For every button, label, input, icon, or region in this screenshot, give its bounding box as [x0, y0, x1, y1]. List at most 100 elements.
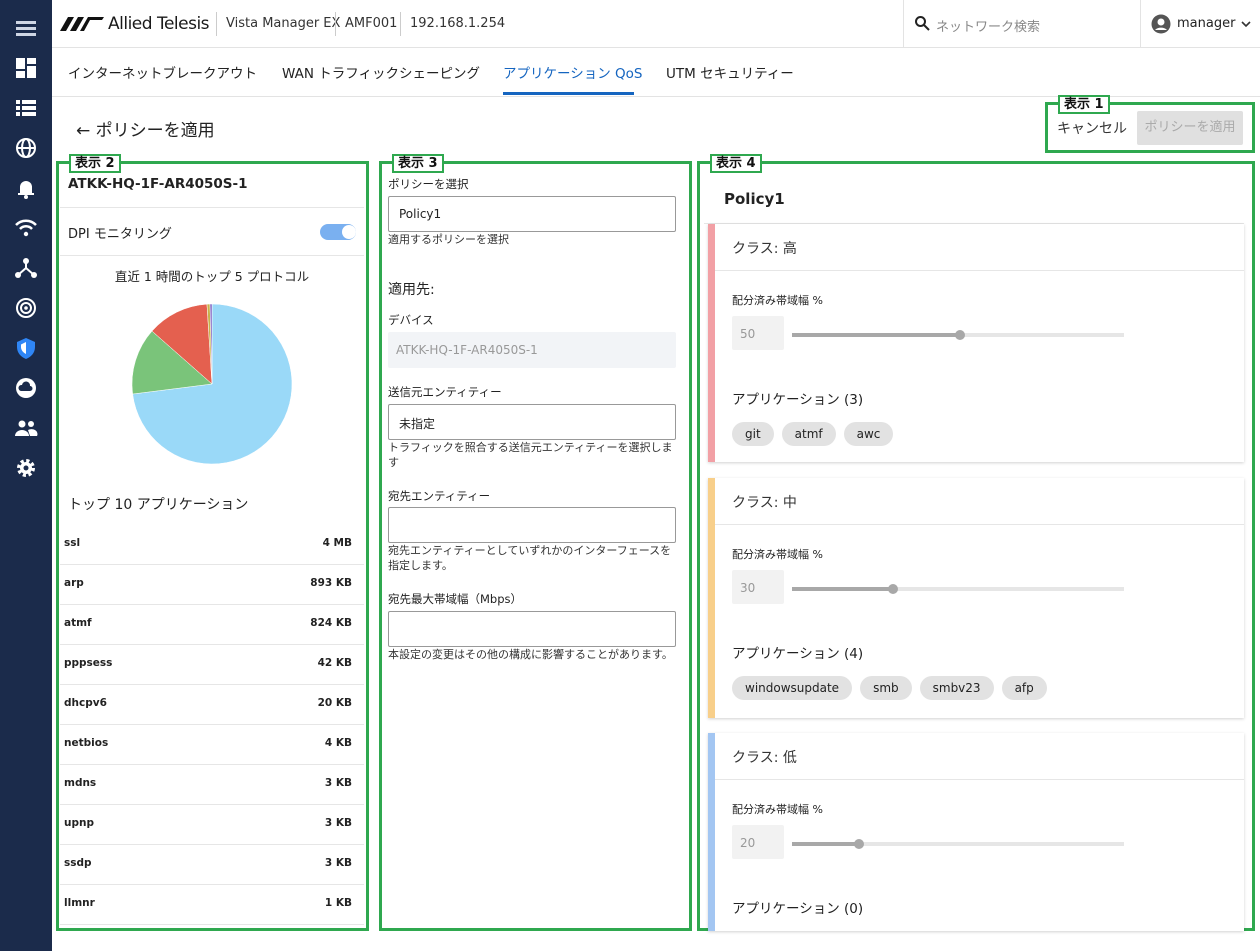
dpi-monitoring-toggle[interactable] — [320, 224, 356, 240]
list-icon[interactable] — [14, 96, 38, 120]
application-chips: git atmf awc — [732, 422, 894, 446]
tab-utm-security[interactable]: UTM セキュリティー — [666, 62, 794, 82]
cloud-icon[interactable] — [14, 376, 38, 400]
class-color-bar — [708, 224, 715, 462]
table-row: arp 893 KB — [60, 565, 364, 605]
page-title: ポリシーを適用 — [95, 121, 215, 141]
device-field-value: ATKK-HQ-1F-AR4050S-1 — [396, 343, 538, 357]
device-crumb[interactable]: AMF001 — [345, 16, 397, 31]
alarm-bell-icon[interactable] — [14, 176, 38, 200]
device-name: ATKK-HQ-1F-AR4050S-1 — [68, 176, 248, 192]
max-bandwidth-label: 宛先最大帯域幅（Mbps） — [388, 592, 523, 606]
tab-wan-traffic-shaping[interactable]: WAN トラフィックシェーピング — [282, 62, 480, 82]
users-icon[interactable] — [14, 416, 38, 440]
cancel-button[interactable]: キャンセル — [1057, 118, 1127, 138]
slider-thumb[interactable] — [887, 584, 898, 594]
allocated-bandwidth-label: 配分済み帯域幅 % — [732, 803, 823, 816]
app-name: ssdp — [64, 857, 92, 869]
bandwidth-slider[interactable] — [792, 839, 1124, 849]
annotation-label-3: 表示 3 — [392, 154, 444, 173]
account-circle-icon — [1151, 14, 1171, 34]
max-bandwidth-input[interactable] — [388, 611, 676, 647]
table-row: pppsess 42 KB — [60, 645, 364, 685]
menu-icon[interactable] — [14, 16, 38, 40]
slider-thumb[interactable] — [955, 330, 965, 340]
tab-application-qos[interactable]: アプリケーション QoS — [503, 62, 642, 82]
policy-select[interactable]: Policy1 — [388, 196, 676, 232]
app-name: upnp — [64, 817, 94, 829]
bandwidth-slider[interactable] — [792, 584, 1124, 594]
active-tab-indicator — [503, 92, 634, 95]
app-chip[interactable]: smbv23 — [919, 676, 994, 700]
back-link[interactable]: ← ポリシーを適用 — [76, 116, 215, 141]
allocated-bandwidth-value: 20 — [732, 825, 784, 859]
table-row: llmnr 1 KB — [60, 885, 364, 925]
search-icon — [915, 16, 930, 31]
tab-internet-breakout[interactable]: インターネットブレークアウト — [68, 62, 257, 82]
app-chip[interactable]: atmf — [781, 422, 836, 446]
app-size: 3 KB — [324, 817, 352, 829]
apply-to-header: 適用先: — [388, 282, 435, 298]
table-row: dhcpv6 20 KB — [60, 685, 364, 725]
dest-entity-help: 宛先エンティティーとしていずれかのインターフェースを指定します。 — [388, 544, 672, 572]
search-input[interactable]: ネットワーク検索 — [936, 16, 1040, 35]
applications-label: アプリケーション (0) — [732, 901, 864, 917]
class-card: クラス: 中配分済み帯域幅 % 30 アプリケーション (4) windowsupda… — [708, 478, 1244, 718]
table-row: mdns 3 KB — [60, 765, 364, 805]
ip-address: 192.168.1.254 — [410, 16, 506, 31]
app-chip[interactable]: awc — [843, 422, 894, 446]
table-row: upnp 3 KB — [60, 805, 364, 845]
class-title: クラス: 中 — [732, 495, 797, 511]
bandwidth-slider[interactable] — [792, 330, 1124, 340]
wifi-icon[interactable] — [14, 216, 38, 240]
apply-policy-button[interactable]: ポリシーを適用 — [1137, 111, 1243, 145]
allocated-bandwidth-label: 配分済み帯域幅 % — [732, 548, 823, 561]
network-search[interactable]: ネットワーク検索 — [903, 0, 1140, 48]
policy-select-value: Policy1 — [399, 207, 442, 221]
app-name: netbios — [64, 737, 109, 749]
app-size: 3 KB — [324, 857, 352, 869]
settings-gear-icon[interactable] — [14, 456, 38, 480]
user-menu[interactable]: manager — [1140, 0, 1260, 48]
device-label: デバイス — [388, 313, 434, 327]
app-name: mdns — [64, 777, 97, 789]
app-chip[interactable]: smb — [860, 676, 912, 700]
brand-logo[interactable]: Allied Telesis — [60, 14, 210, 34]
app-name: llmnr — [64, 897, 95, 909]
topology-icon[interactable] — [14, 256, 38, 280]
tab-bar: インターネットブレークアウト WAN トラフィックシェーピング アプリケーション… — [52, 48, 1260, 97]
user-name: manager — [1177, 16, 1236, 31]
allied-telesis-logo-icon — [60, 17, 104, 31]
class-card: クラス: 高配分済み帯域幅 % 50 アプリケーション (3) git atmf awc — [708, 224, 1244, 462]
source-entity-help: トラフィックを照合する送信元エンティティーを選択します — [388, 441, 673, 469]
security-shield-icon[interactable] — [14, 336, 38, 360]
annotation-label-2: 表示 2 — [69, 154, 121, 173]
globe-icon[interactable] — [14, 136, 38, 160]
allocated-bandwidth-label: 配分済み帯域幅 % — [732, 294, 823, 307]
app-chip[interactable]: afp — [1001, 676, 1047, 700]
app-chip[interactable]: git — [732, 422, 774, 446]
product-name: Vista Manager EX — [226, 16, 341, 31]
app-name: dhcpv6 — [64, 697, 107, 709]
policy-name: Policy1 — [724, 190, 785, 208]
app-size: 4 KB — [324, 737, 352, 749]
class-color-bar — [708, 478, 715, 718]
class-color-bar — [708, 733, 715, 931]
dashboard-icon[interactable] — [14, 56, 38, 80]
slider-thumb[interactable] — [854, 839, 865, 849]
annotation-label-4: 表示 4 — [710, 154, 762, 173]
app-size: 42 KB — [317, 657, 352, 669]
radar-icon[interactable] — [14, 296, 38, 320]
source-entity-label: 送信元エンティティー — [388, 385, 502, 399]
source-entity-value: 未指定 — [399, 417, 436, 431]
chevron-down-icon — [1241, 21, 1251, 28]
arrow-left-icon: ← — [76, 121, 91, 141]
app-chip[interactable]: windowsupdate — [732, 676, 853, 700]
source-entity-select[interactable]: 未指定 — [388, 404, 676, 440]
dest-entity-select[interactable] — [388, 507, 676, 543]
class-card: クラス: 低配分済み帯域幅 % 20 アプリケーション (0) — [708, 733, 1244, 931]
dest-entity-label: 宛先エンティティー — [388, 489, 491, 503]
table-row: ssdp 3 KB — [60, 845, 364, 885]
application-chips: windowsupdate smb smbv23 afp — [732, 676, 1047, 700]
top10-title: トップ 10 アプリケーション — [68, 497, 249, 513]
